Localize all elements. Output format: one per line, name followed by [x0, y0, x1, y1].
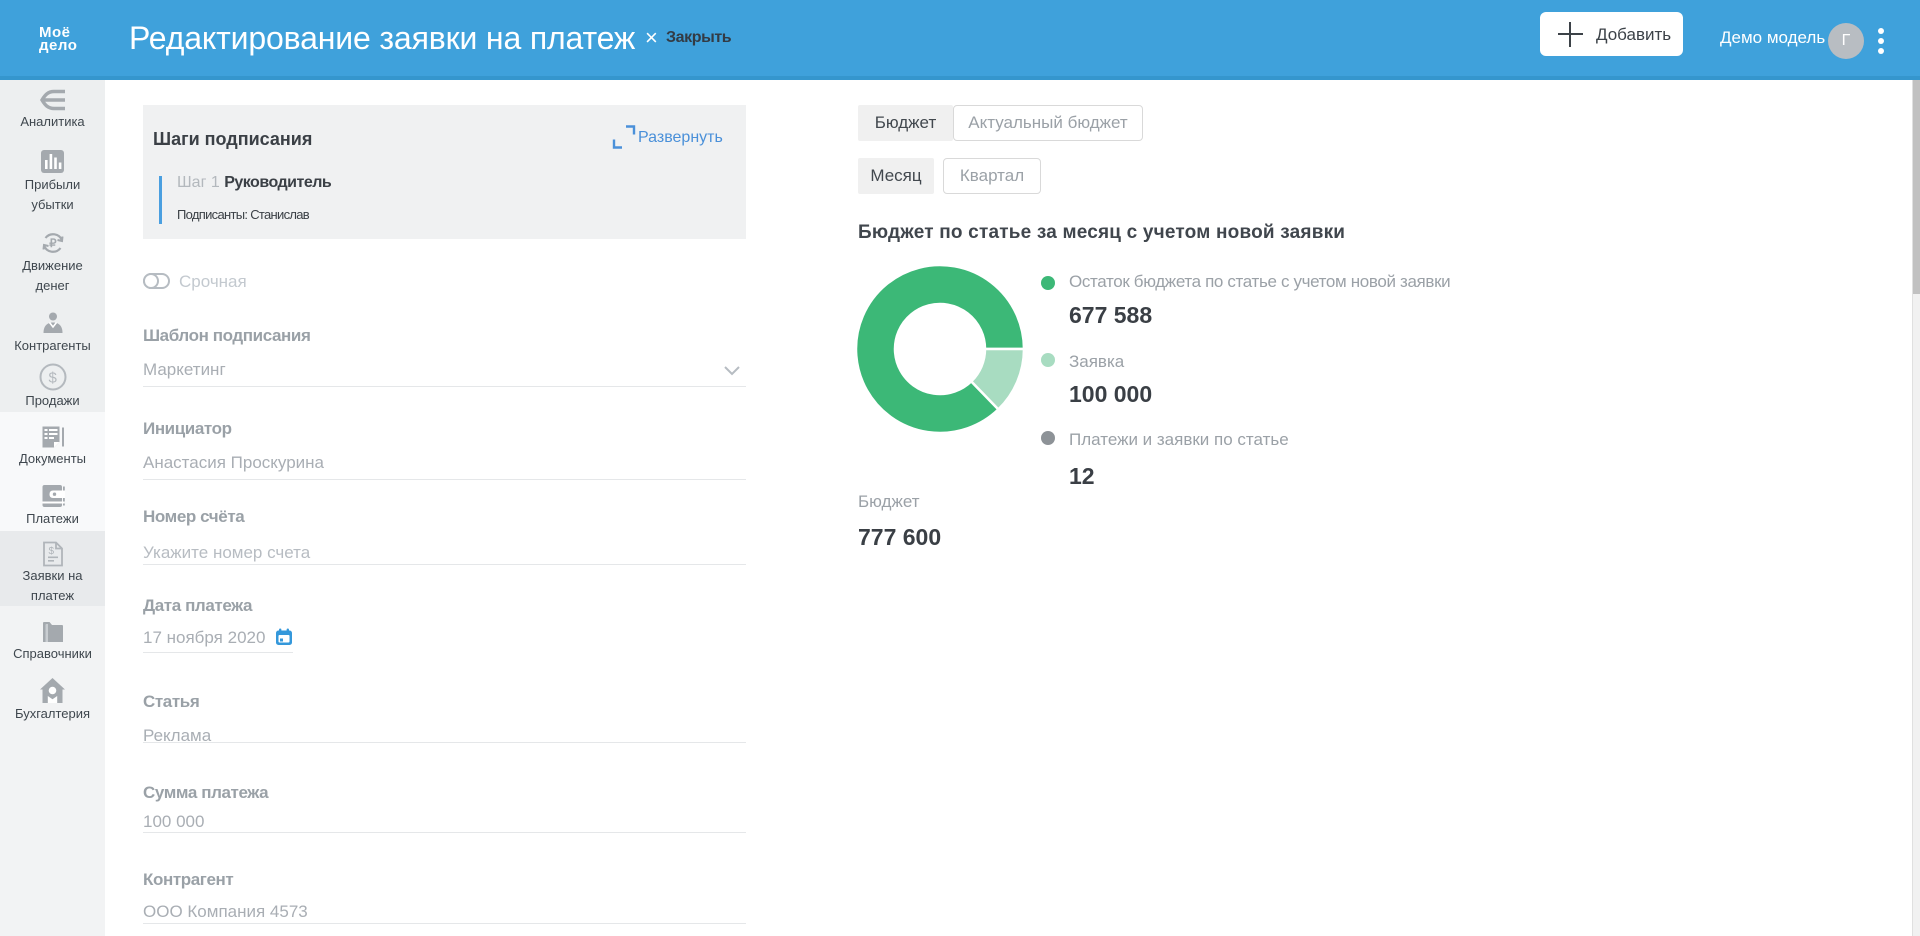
- svg-text:$: $: [48, 546, 54, 557]
- svg-text:$: $: [48, 370, 57, 387]
- svg-text:₽: ₽: [49, 238, 57, 250]
